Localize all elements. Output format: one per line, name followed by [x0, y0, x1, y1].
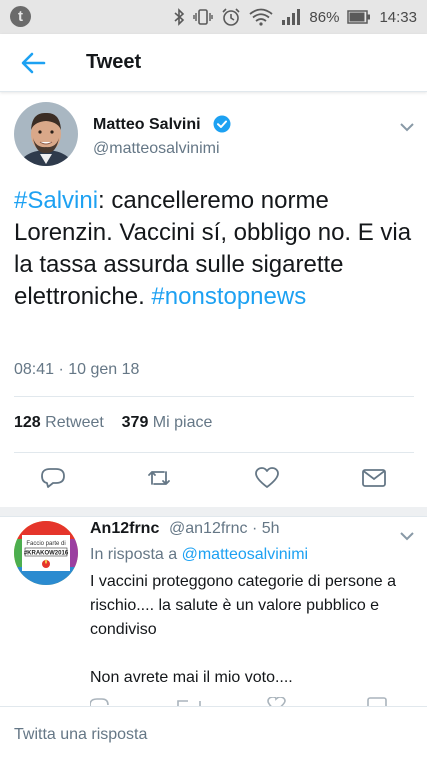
hashtag-link[interactable]: #nonstopnews — [151, 283, 306, 310]
app-notification-icon: t — [10, 6, 31, 27]
signal-icon — [281, 9, 301, 25]
avatar-text-tag: #KRAKOW2016 — [24, 551, 69, 557]
reply-text: I vaccini proteggono categorie di person… — [90, 573, 396, 686]
verified-badge-icon — [213, 115, 231, 133]
in-reply-prefix: In risposta a — [90, 546, 182, 563]
hashtag-link[interactable]: #Salvini — [14, 187, 98, 214]
alarm-icon — [221, 7, 241, 27]
reply-avatar[interactable]: Faccio parte di #KRAKOW2016 — [14, 521, 78, 585]
tweet-stats: 128 Retweet 379 Mi piace — [14, 414, 212, 432]
reply-author-name[interactable]: An12frnc — [90, 520, 159, 538]
share-icon[interactable] — [361, 465, 387, 491]
in-reply-to: In risposta a @matteosalvinimi — [90, 546, 308, 564]
divider — [14, 396, 414, 397]
reply-handle-time[interactable]: @an12frnc · 5h — [169, 520, 280, 538]
wifi-icon — [249, 8, 273, 26]
like-label[interactable]: Mi piace — [153, 414, 213, 431]
page-title: Tweet — [86, 51, 142, 73]
heart-icon[interactable] — [254, 465, 280, 491]
battery-percent: 86% — [309, 8, 340, 26]
clock: 14:33 — [379, 8, 417, 26]
tweet-timestamp: 08:41 · 10 gen 18 — [14, 361, 140, 378]
like-count[interactable]: 379 — [122, 414, 149, 431]
tweet-text: #Salvini: cancelleremo norme Lorenzin. V… — [14, 185, 414, 313]
author-avatar[interactable] — [14, 102, 78, 166]
status-bar: t 86% 14:33 — [0, 0, 427, 34]
battery-icon — [347, 10, 371, 24]
avatar-text-top: Faccio parte di — [26, 541, 65, 547]
reply-icon[interactable] — [40, 465, 66, 491]
author-handle[interactable]: @matteosalvinimi — [93, 140, 220, 158]
vibrate-icon — [193, 8, 214, 26]
divider — [14, 452, 414, 453]
author-name[interactable]: Matteo Salvini — [93, 116, 201, 134]
retweet-count[interactable]: 128 — [14, 414, 41, 431]
reply-compose-bar[interactable]: Twitta una risposta — [0, 706, 427, 759]
retweet-label[interactable]: Retweet — [45, 414, 104, 431]
app-header: Tweet — [0, 34, 427, 92]
chevron-down-icon[interactable] — [400, 528, 414, 541]
back-arrow-icon[interactable] — [20, 51, 46, 75]
mention-link[interactable]: @matteosalvinimi — [182, 546, 309, 563]
reply-input[interactable]: Twitta una risposta — [14, 726, 147, 744]
chevron-down-icon[interactable] — [400, 119, 414, 132]
retweet-icon[interactable] — [146, 465, 172, 491]
bluetooth-icon — [173, 8, 185, 26]
section-separator — [0, 507, 427, 517]
